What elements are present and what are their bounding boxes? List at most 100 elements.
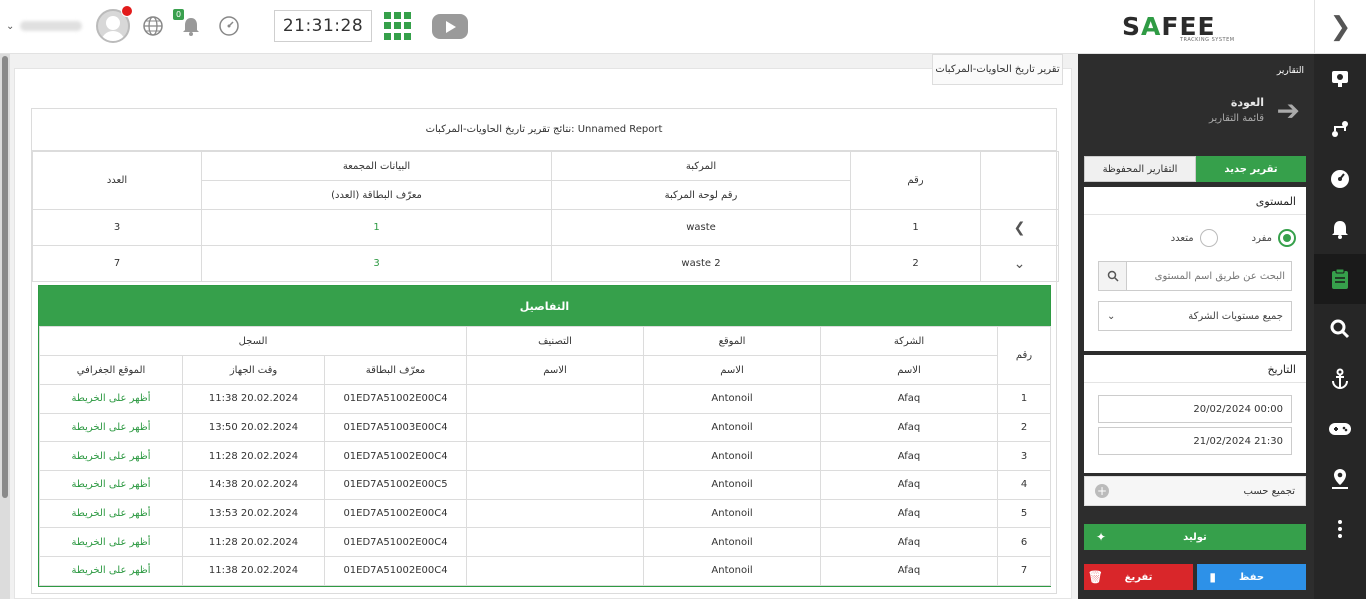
expand-col-header bbox=[980, 151, 1059, 210]
det-col-card-id: معرّف البطاقة bbox=[324, 355, 468, 385]
date-title: التاريخ bbox=[1084, 355, 1306, 383]
anchor-icon[interactable] bbox=[1314, 354, 1366, 404]
det-col-log: السجل bbox=[38, 326, 468, 356]
back-title: العودة bbox=[1230, 96, 1264, 109]
clock-display: 21:31:28 bbox=[274, 10, 372, 42]
show-on-map-link[interactable]: أظهر على الخريطة bbox=[38, 412, 184, 443]
back-subtitle: قائمة التقارير bbox=[1208, 113, 1264, 124]
back-to-reports[interactable]: العودة قائمة التقارير ➔ bbox=[1078, 88, 1314, 146]
level-title: المستوى bbox=[1084, 187, 1306, 215]
table-row: 3 Afaq Antonoil 01ED7A51002E00C4 20.02.2024 … bbox=[38, 441, 1052, 472]
report-tabs: التقارير المحفوظة تقرير جديد bbox=[1084, 156, 1306, 182]
show-on-map-link[interactable]: أظهر على الخريطة bbox=[38, 527, 184, 558]
det-col-num: رقم bbox=[997, 326, 1052, 385]
clear-button[interactable]: 🗑 تفريغ bbox=[1084, 564, 1193, 590]
details-table: رقم الشركة الموقع التصنيف السجل الاسم ال… bbox=[38, 326, 1052, 586]
collapse-panel-chevron-icon[interactable]: ❯ bbox=[1314, 0, 1366, 54]
gamepad-icon[interactable] bbox=[1314, 404, 1366, 454]
table-row[interactable]: ❯ 1 waste 1 3 bbox=[32, 209, 1059, 246]
table-row: 6 Afaq Antonoil 01ED7A51002E00C4 20.02.2024 … bbox=[38, 527, 1052, 558]
show-on-map-link[interactable]: أظهر على الخريطة bbox=[38, 498, 184, 529]
content-scrollbar[interactable] bbox=[0, 54, 10, 599]
det-col-company: الشركة bbox=[820, 326, 999, 356]
dashboard-gauge-icon[interactable] bbox=[1314, 154, 1366, 204]
location-marker-icon[interactable] bbox=[1314, 454, 1366, 504]
col-card-count: معرّف البطاقة (العدد) bbox=[201, 180, 552, 210]
bell-icon[interactable]: 0 bbox=[173, 9, 204, 39]
col-vehicle: المركبة bbox=[551, 151, 851, 181]
reports-clipboard-icon[interactable] bbox=[1314, 254, 1366, 304]
table-row: 5 Afaq Antonoil 01ED7A51002E00C4 20.02.2024 … bbox=[38, 498, 1052, 529]
user-menu-chevron-icon[interactable]: ⌄ bbox=[6, 21, 20, 32]
bookmark-icon: ▮ bbox=[1209, 570, 1216, 584]
notification-count: 0 bbox=[173, 9, 185, 20]
level-radio-group: متعدد مفرد bbox=[1084, 223, 1306, 253]
group-by-label: تجميع حسب bbox=[1243, 485, 1295, 497]
generate-button[interactable]: ✦ توليد bbox=[1084, 524, 1306, 550]
show-on-map-link[interactable]: أظهر على الخريطة bbox=[38, 384, 184, 414]
tab-saved-reports[interactable]: التقارير المحفوظة bbox=[1084, 156, 1196, 182]
topbar-tools: ⌄ 0 21:31:28 bbox=[6, 5, 468, 46]
report-title-tab[interactable]: تقرير تاريخ الحاويات-المركبات bbox=[932, 54, 1063, 85]
radio-single[interactable] bbox=[1278, 229, 1296, 247]
show-on-map-link[interactable]: أظهر على الخريطة bbox=[38, 556, 184, 586]
icon-sidebar bbox=[1314, 54, 1366, 599]
date-to-input[interactable]: 21/02/2024 21:30 bbox=[1098, 427, 1292, 455]
col-num: رقم bbox=[850, 151, 981, 210]
det-col-category-name: الاسم bbox=[466, 355, 645, 385]
apps-grid-icon[interactable] bbox=[384, 12, 412, 40]
top-bar: ⌄ 0 21:31:28 SAFEE TRACKING SYSTEM ❯ bbox=[0, 0, 1366, 54]
table-row: 4 Afaq Antonoil 01ED7A51002E00C5 20.02.2024 … bbox=[38, 470, 1052, 500]
det-col-geo: الموقع الجغرافي bbox=[38, 355, 184, 385]
user-name-blurred[interactable] bbox=[20, 21, 82, 31]
logo: SAFEE TRACKING SYSTEM bbox=[1122, 12, 1235, 44]
table-row[interactable]: ⌄ 2 waste 2 3 7 bbox=[32, 245, 1059, 282]
arrow-right-icon: ➔ bbox=[1276, 94, 1300, 127]
radio-multi[interactable] bbox=[1199, 229, 1218, 247]
scroll-thumb[interactable] bbox=[2, 56, 8, 498]
map-pin-icon[interactable] bbox=[1314, 54, 1366, 104]
details-panel: التفاصيل رقم الشركة الموقع التصنيف السجل… bbox=[38, 285, 1052, 587]
show-on-map-link[interactable]: أظهر على الخريطة bbox=[38, 441, 184, 472]
table-row: 2 Afaq Antonoil 01ED7A51003E00C4 20.02.2024 … bbox=[38, 412, 1052, 443]
collapse-chevron-down-icon[interactable]: ⌄ bbox=[980, 245, 1059, 282]
col-plate: رقم لوحة المركبة bbox=[551, 180, 851, 210]
level-section: المستوى متعدد مفرد ⌄ جميع مستويات الشركة bbox=[1084, 187, 1306, 351]
date-section: التاريخ 20/02/2024 00:00 21/02/2024 21:3… bbox=[1084, 355, 1306, 473]
plus-icon[interactable]: + bbox=[1095, 484, 1109, 498]
radio-single-label: مفرد bbox=[1251, 232, 1272, 244]
search-icon[interactable] bbox=[1314, 304, 1366, 354]
det-col-category: التصنيف bbox=[466, 326, 645, 356]
det-col-company-name: الاسم bbox=[820, 355, 999, 385]
details-title: التفاصيل bbox=[39, 286, 1050, 326]
trash-icon: 🗑 bbox=[1087, 570, 1103, 584]
more-vertical-icon[interactable] bbox=[1314, 504, 1366, 554]
results-title: نتائج تقرير تاريخ الحاويات-المركبات: Unn… bbox=[32, 109, 1056, 151]
panel-header: التقارير bbox=[1276, 66, 1304, 76]
save-button[interactable]: ▮ حفظ bbox=[1197, 564, 1306, 590]
search-icon[interactable] bbox=[1099, 262, 1127, 290]
table-row: 7 Afaq Antonoil 01ED7A51002E00C4 20.02.2024 … bbox=[38, 556, 1052, 586]
table-row: 1 Afaq Antonoil 01ED7A51002E00C4 20.02.2024 … bbox=[38, 384, 1052, 414]
alarm-bell-icon[interactable] bbox=[1314, 204, 1366, 254]
route-icon[interactable] bbox=[1314, 104, 1366, 154]
tab-new-report[interactable]: تقرير جديد bbox=[1196, 156, 1306, 182]
globe-icon[interactable] bbox=[140, 13, 166, 39]
col-aggregated: البيانات المجمعة bbox=[201, 151, 552, 181]
select-value: جميع مستويات الشركة bbox=[1188, 310, 1283, 322]
reports-panel: التقارير العودة قائمة التقارير ➔ التقاري… bbox=[1078, 54, 1314, 599]
speedometer-icon[interactable] bbox=[216, 13, 242, 39]
youtube-icon[interactable] bbox=[432, 13, 468, 39]
col-count: العدد bbox=[32, 151, 202, 210]
det-col-location-name: الاسم bbox=[643, 355, 822, 385]
results-box: نتائج تقرير تاريخ الحاويات-المركبات: Unn… bbox=[31, 108, 1059, 594]
avatar-status-dot bbox=[121, 5, 133, 17]
company-level-select[interactable]: ⌄ جميع مستويات الشركة bbox=[1098, 301, 1292, 331]
level-search-input[interactable] bbox=[1127, 262, 1291, 290]
show-on-map-link[interactable]: أظهر على الخريطة bbox=[38, 470, 184, 500]
group-by-row[interactable]: + تجميع حسب bbox=[1084, 476, 1306, 506]
expand-chevron-right-icon[interactable]: ❯ bbox=[980, 209, 1059, 246]
date-from-input[interactable]: 20/02/2024 00:00 bbox=[1098, 395, 1292, 423]
results-table: رقم المركبة البيانات المجمعة العدد رقم ل… bbox=[32, 151, 1059, 282]
det-col-device-time: وقت الجهاز bbox=[182, 355, 326, 385]
